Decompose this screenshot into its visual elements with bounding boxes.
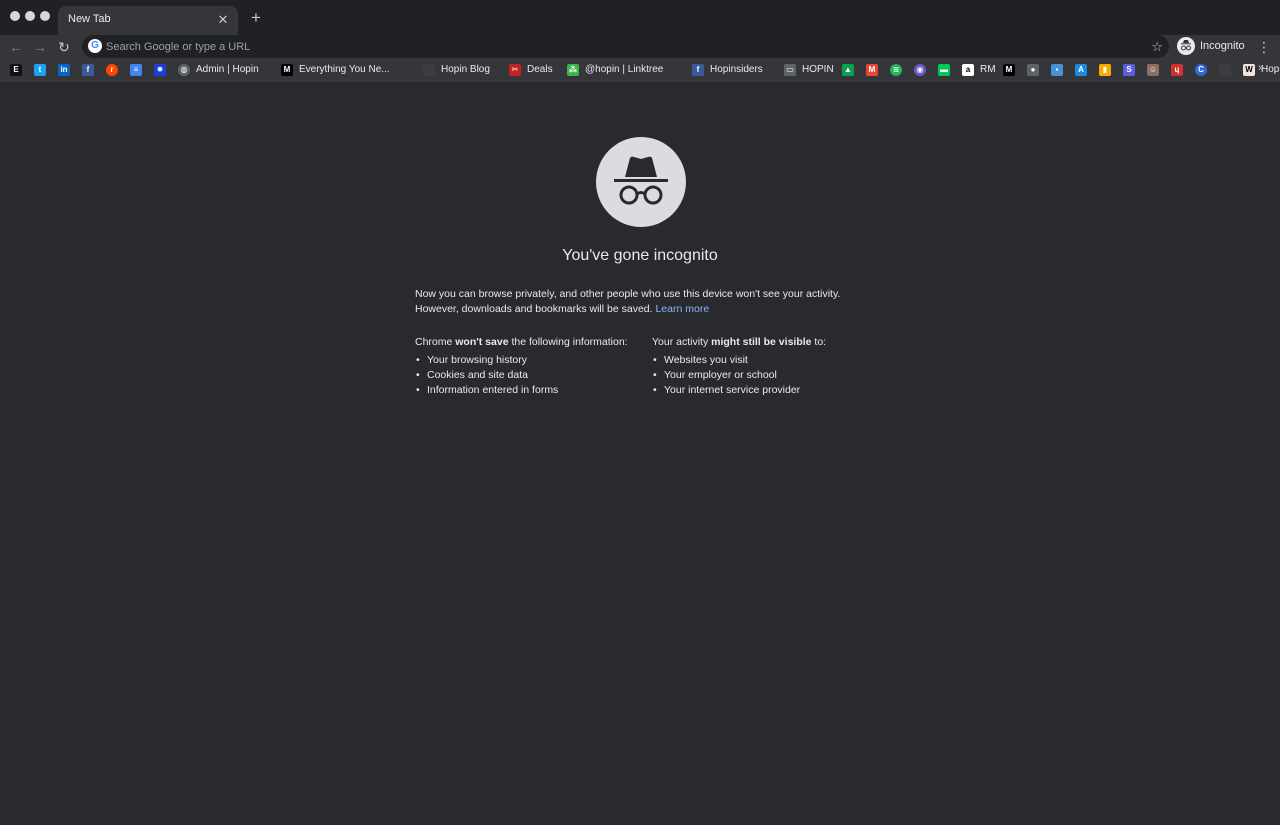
google-icon: G [88, 39, 102, 53]
bookmark-label: Everything You Ne... [299, 64, 390, 75]
bookmark-settings-icon: ✹ [154, 64, 166, 76]
window-minimize-button[interactable] [25, 11, 35, 21]
close-icon[interactable]: ✕ [214, 11, 232, 29]
still-visible-heading-suffix: to: [811, 336, 827, 348]
bookmark-facebook-icon: f [82, 64, 94, 76]
more-menu-icon[interactable]: ⋮ [1256, 37, 1272, 57]
forward-icon[interactable]: → [30, 37, 50, 57]
incognito-description: Now you can browse privately, and other … [415, 287, 855, 317]
list-item: Websites you visit [652, 353, 882, 368]
window-close-button[interactable] [10, 11, 20, 21]
tab-new-tab[interactable]: New Tab ✕ [58, 6, 238, 35]
list-item: Your internet service provider [652, 383, 882, 398]
bookmark-label: RM [980, 64, 996, 75]
bookmark-spotify-icon: ≋ [890, 64, 902, 76]
bookmark-hopin-icon: W [1243, 64, 1255, 76]
description-line-2: However, downloads and bookmarks will be… [415, 302, 855, 317]
bookmark-s-icon: S [1123, 64, 1135, 76]
still-visible-heading: Your activity might still be visible to: [652, 335, 882, 350]
bookmark-medium-icon: M [281, 64, 293, 76]
list-item: Information entered in forms [415, 383, 645, 398]
bookmark-c-icon: C [1195, 64, 1207, 76]
bookmark-linkedin-icon: in [58, 64, 70, 76]
list-item: Cookies and site data [415, 368, 645, 383]
description-line-2-text: However, downloads and bookmarks will be… [415, 303, 653, 315]
bookmark-appstore-icon: A [1075, 64, 1087, 76]
bookmark-medium-2-icon: M [1003, 64, 1015, 76]
bookmark-admin-hopin-icon: ◍ [178, 64, 190, 76]
bookmark-avatar-icon: ☺ [1147, 64, 1159, 76]
bookmark-gmail-icon: M [866, 64, 878, 76]
bookmark-hopin-blog-icon [423, 64, 435, 76]
window-zoom-button[interactable] [40, 11, 50, 21]
bookmark-linktree-icon: ⁂ [567, 64, 579, 76]
bookmark-chat-icon: ▪ [1051, 64, 1063, 76]
bookmark-amazon-icon: a [962, 64, 974, 76]
bookmark-analytics-icon: ▮ [1099, 64, 1111, 76]
incognito-profile-button[interactable]: Incognito [1175, 35, 1250, 58]
bookmark-dark-icon [1219, 64, 1231, 76]
bookmark-hopinsiders-icon: f [692, 64, 704, 76]
description-line-1: Now you can browse privately, and other … [415, 288, 841, 300]
incognito-icon [1177, 37, 1195, 55]
star-icon[interactable]: ☆ [1151, 37, 1163, 56]
bookmark-label: Admin | Hopin [196, 64, 259, 75]
list-item: Your employer or school [652, 368, 882, 383]
wont-save-heading-prefix: Chrome [415, 336, 456, 348]
page-title: You've gone incognito [562, 247, 718, 264]
omnibox[interactable]: G ☆ [82, 35, 1169, 58]
omnibox-input[interactable] [106, 37, 1106, 56]
back-icon[interactable]: ← [6, 37, 26, 57]
wont-save-heading: Chrome won't save the following informat… [415, 335, 645, 350]
bookmark-label: Deals [527, 64, 553, 75]
list-item: Your browsing history [415, 353, 645, 368]
bookmark-red-icon: ɥ [1171, 64, 1183, 76]
bookmark-label: Hopinsiders [710, 64, 763, 75]
bookmark-e-icon: E [10, 64, 22, 76]
bookmarks-overflow-icon[interactable]: » [1258, 62, 1264, 74]
incognito-logo-icon [596, 137, 686, 227]
bookmark-drive-icon: ▲ [842, 64, 854, 76]
tab-title: New Tab [68, 13, 111, 25]
bookmark-messages-icon: ▬ [938, 64, 950, 76]
bookmark-label: Hopin Blog [441, 64, 490, 75]
wont-save-heading-bold: won't save [455, 336, 509, 348]
still-visible-column: Your activity might still be visible to:… [652, 335, 882, 398]
bookmark-purple-icon: ◉ [914, 64, 926, 76]
bookmark-twitter-icon: t [34, 64, 46, 76]
wont-save-heading-suffix: the following information: [508, 336, 628, 348]
new-tab-button[interactable]: + [246, 8, 266, 28]
bookmark-label: HOPIN [802, 64, 834, 75]
bookmarks-bar: Et in f r ≡ ✹ ◍ Admin | Hopin M Everything You Ne… [0, 59, 1280, 81]
profile-label: Incognito [1200, 40, 1245, 52]
toolbar: ← → ↻ G ☆ Incognito ⋮ [0, 35, 1280, 59]
incognito-new-tab-page: You've gone incognito Now you can browse… [0, 82, 1280, 825]
still-visible-heading-bold: might still be visible [711, 336, 812, 348]
still-visible-heading-prefix: Your activity [652, 336, 712, 348]
bookmark-deals-icon: ✂ [509, 64, 521, 76]
tab-strip: New Tab ✕ + [0, 0, 1280, 35]
bookmark-label: @hopin | Linktree [585, 64, 664, 75]
bookmark-folder-hopin-icon: ▭ [784, 64, 796, 76]
wont-save-column: Chrome won't save the following informat… [415, 335, 645, 398]
learn-more-link[interactable]: Learn more [655, 303, 709, 315]
bookmark-reddit-icon: r [106, 64, 118, 76]
bookmark-apple-icon: ● [1027, 64, 1039, 76]
reload-icon[interactable]: ↻ [54, 37, 74, 57]
bookmark-docs-icon: ≡ [130, 64, 142, 76]
